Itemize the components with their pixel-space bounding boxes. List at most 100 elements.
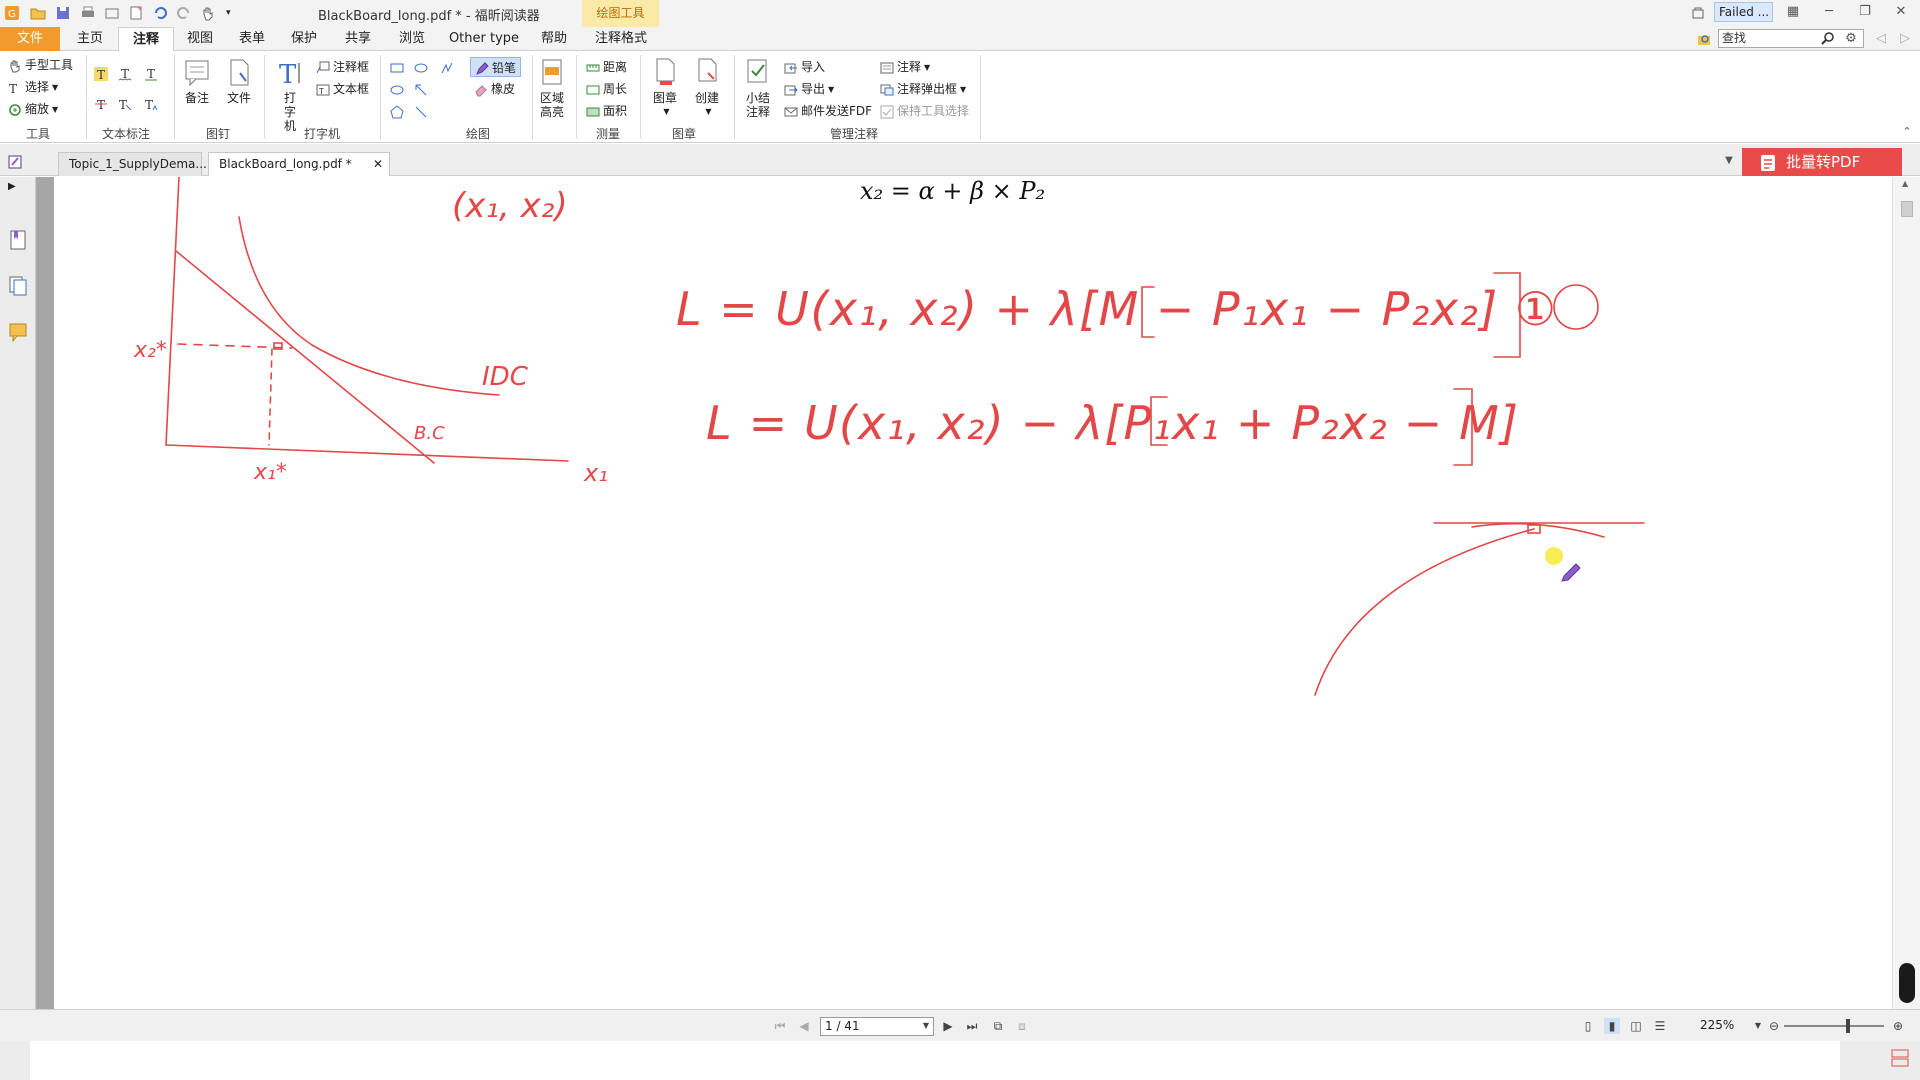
zoom-out-icon[interactable]: ⊖ <box>1766 1018 1782 1034</box>
comment-panel-icon[interactable] <box>8 154 24 170</box>
zoom-dropdown-icon[interactable]: ▼ <box>1750 1018 1766 1034</box>
first-page-icon[interactable]: ⏮ <box>772 1018 788 1034</box>
hand-tool-icon[interactable] <box>200 5 216 21</box>
single-page-view-icon[interactable]: ▯ <box>1580 1018 1596 1034</box>
zoom-slider-handle[interactable] <box>1846 1019 1850 1033</box>
email-fdf-button[interactable]: 邮件发送FDF <box>784 101 872 121</box>
minimize-button[interactable]: ─ <box>1820 3 1838 21</box>
file-attach-button[interactable]: 文件 <box>218 57 260 105</box>
line-tool[interactable] <box>414 101 431 121</box>
import-button[interactable]: 导入 <box>784 57 825 77</box>
select-tool-button[interactable]: T 选择 ▼ <box>8 77 58 97</box>
scroll-thumb[interactable] <box>1901 201 1913 217</box>
tab-list-dropdown-icon[interactable]: ▼ <box>1720 152 1738 170</box>
arrow-tool[interactable] <box>414 79 431 99</box>
page-number-input[interactable]: 1 / 41 <box>820 1017 934 1036</box>
polyline-tool[interactable] <box>440 57 457 77</box>
summarize-comments-button[interactable]: 小结注释 <box>738 57 778 119</box>
polygon-tool[interactable] <box>390 101 407 121</box>
create-dropdown-arrow[interactable]: ▼ <box>689 105 728 119</box>
area-highlight-button[interactable]: 区域高亮 <box>532 57 572 119</box>
insert-text-button[interactable]: T <box>144 93 161 113</box>
hand-tool-button[interactable]: 手型工具 <box>8 55 73 75</box>
menu-protect[interactable]: 保护 <box>284 27 324 51</box>
zoom-level[interactable]: 225% <box>1700 1018 1734 1032</box>
layout-panel-icon[interactable] <box>1890 1047 1910 1069</box>
menu-browse[interactable]: 浏览 <box>392 27 432 51</box>
zoom-in-icon[interactable]: ⊕ <box>1890 1018 1906 1034</box>
redo-icon[interactable] <box>176 5 192 21</box>
scan-icon[interactable] <box>104 5 120 21</box>
new-icon[interactable] <box>128 5 144 21</box>
fit-page-icon[interactable]: ⧉ <box>990 1018 1006 1034</box>
pencil-tool[interactable]: 铅笔 <box>470 57 522 77</box>
perimeter-tool[interactable]: 周长 <box>586 79 627 99</box>
last-page-icon[interactable]: ⏭ <box>964 1018 980 1034</box>
close-button[interactable]: ✕ <box>1892 3 1910 21</box>
zoom-slider[interactable] <box>1784 1025 1884 1027</box>
next-page-icon[interactable]: ▶ <box>940 1018 956 1034</box>
zoom-tool-button[interactable]: 缩放 ▼ <box>8 99 58 119</box>
rectangle-tool[interactable] <box>390 57 407 77</box>
replace-text-button[interactable]: T <box>118 93 135 113</box>
area-tool[interactable]: 面积 <box>586 101 627 121</box>
distance-tool[interactable]: 距离 <box>586 57 627 77</box>
search-icon[interactable] <box>1820 31 1836 47</box>
restore-button[interactable]: ❐ <box>1856 3 1874 21</box>
menu-form[interactable]: 表单 <box>232 27 272 51</box>
layout-grid-icon[interactable]: ▦ <box>1784 3 1802 21</box>
customize-chevron-icon[interactable]: ▾ <box>226 5 242 21</box>
strikeout-text-button[interactable]: T <box>94 93 111 113</box>
undo-icon[interactable] <box>152 5 168 21</box>
doc-tab-topic1[interactable]: Topic_1_SupplyDema... <box>58 152 207 176</box>
highlight-text-button[interactable]: T <box>94 63 111 83</box>
menu-comment[interactable]: 注释 <box>118 27 174 52</box>
save-icon[interactable] <box>55 5 71 21</box>
vertical-scrollbar[interactable]: ▲ <box>1892 177 1920 1009</box>
settings-gear-icon[interactable]: ⚙ <box>1842 30 1860 48</box>
comment-popup-button[interactable]: 注释弹出框 ▼ <box>880 79 966 99</box>
scroll-grip[interactable] <box>1899 963 1915 1003</box>
close-tab-icon[interactable]: ✕ <box>373 153 383 175</box>
continuous-view-icon[interactable]: ▮ <box>1604 1018 1620 1034</box>
menu-other-type[interactable]: Other type <box>446 27 522 51</box>
previous-page-icon[interactable]: ◀ <box>796 1018 812 1034</box>
app-logo-icon[interactable]: G <box>4 5 20 21</box>
expand-panel-arrow-icon[interactable]: ▶ <box>8 181 28 203</box>
pdf-page[interactable]: x₂ = α + β × P₂ (x₁, x₂) L = U(x₁, x₂) +… <box>54 177 1892 1009</box>
batch-convert-pdf-button[interactable]: 批量转PDF <box>1742 148 1902 176</box>
doc-tab-blackboard[interactable]: BlackBoard_long.pdf * ✕ <box>208 152 390 176</box>
textbox-button[interactable]: T 文本框 <box>316 79 369 99</box>
find-icon[interactable] <box>1696 31 1712 47</box>
stamp-button[interactable]: 图章 ▼ <box>644 57 686 119</box>
oval-tool[interactable] <box>390 79 407 99</box>
page-dropdown-icon[interactable]: ▼ <box>918 1018 934 1034</box>
menu-comment-format[interactable]: 注释格式 <box>588 27 654 51</box>
squiggly-text-button[interactable]: T <box>118 63 135 83</box>
menu-view[interactable]: 视图 <box>180 27 220 51</box>
callout-button[interactable]: 注释框 <box>316 57 369 77</box>
create-stamp-button[interactable]: 创建 ▼ <box>686 57 728 119</box>
menu-home[interactable]: 主页 <box>70 27 110 51</box>
comments-icon[interactable] <box>8 321 28 343</box>
cloud-tool[interactable] <box>414 57 431 77</box>
keep-tool-selected-checkbox[interactable]: 保持工具选择 <box>880 101 969 121</box>
note-button[interactable]: 备注 <box>176 57 218 105</box>
print-icon[interactable] <box>80 5 96 21</box>
eraser-tool[interactable]: 橡皮 <box>474 79 515 99</box>
menu-help[interactable]: 帮助 <box>534 27 574 51</box>
stamp-dropdown-arrow[interactable]: ▼ <box>647 105 686 119</box>
collapse-ribbon-icon[interactable]: ⌃ <box>1898 123 1916 141</box>
nav-forward-icon[interactable]: ▷ <box>1896 30 1914 48</box>
nav-back-icon[interactable]: ◁ <box>1872 30 1890 48</box>
sync-status-badge[interactable]: Failed ... <box>1714 2 1773 22</box>
scroll-up-arrow-icon[interactable]: ▲ <box>1902 179 1908 188</box>
bookmarks-icon[interactable] <box>8 229 28 251</box>
continuous-facing-view-icon[interactable]: ☰ <box>1652 1018 1668 1034</box>
context-tab-drawing-tools[interactable]: 绘图工具 <box>582 0 659 27</box>
facing-view-icon[interactable]: ◫ <box>1628 1018 1644 1034</box>
underline-text-button[interactable]: T <box>144 63 161 83</box>
typewriter-button[interactable]: T 打字机 <box>268 57 312 133</box>
open-folder-icon[interactable] <box>30 5 46 21</box>
menu-file[interactable]: 文件 <box>0 27 60 51</box>
